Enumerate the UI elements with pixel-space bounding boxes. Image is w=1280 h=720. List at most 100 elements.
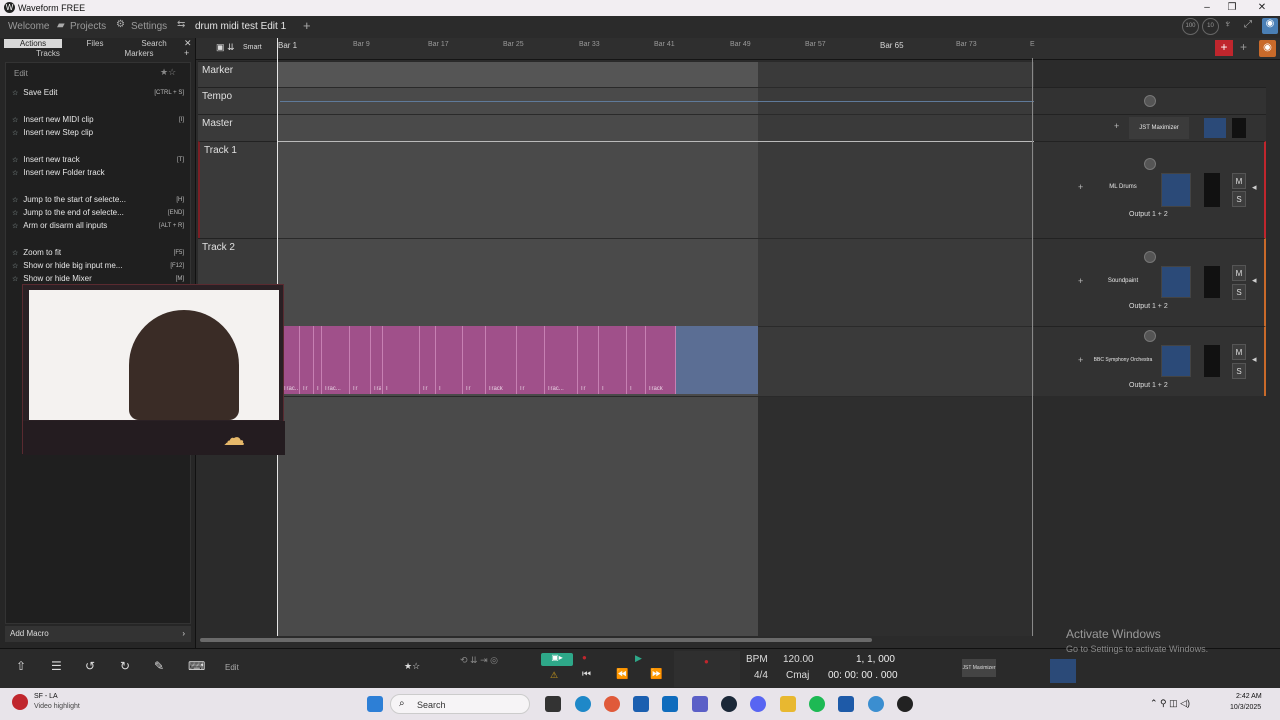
favorite-filter-icon[interactable]: ★☆ bbox=[160, 67, 176, 78]
tab-settings[interactable]: Settings bbox=[131, 20, 167, 34]
plugin-slot[interactable]: Soundpaint bbox=[1094, 270, 1152, 292]
maximize-button[interactable]: ❐ bbox=[1224, 1, 1240, 14]
action-item[interactable]: ☆ Insert new MIDI clip [I] bbox=[12, 114, 184, 126]
file-explorer-icon[interactable] bbox=[780, 696, 796, 712]
fader[interactable] bbox=[1161, 266, 1191, 298]
solo-button[interactable]: S bbox=[1232, 363, 1246, 379]
undo-icon[interactable]: ↺ bbox=[85, 659, 95, 673]
output-label[interactable]: Output 1 + 2 bbox=[1129, 303, 1168, 310]
fader[interactable] bbox=[1161, 345, 1191, 377]
horizontal-scrollbar[interactable] bbox=[200, 638, 872, 642]
output-label[interactable]: Output 1 + 2 bbox=[1129, 211, 1168, 218]
toolbar-icons[interactable]: ▣ ⇊ bbox=[216, 42, 235, 53]
action-item[interactable]: ☆ Save Edit [CTRL + S] bbox=[12, 87, 184, 99]
midi-clip[interactable]: Tr bbox=[463, 326, 486, 394]
notification-avatar[interactable] bbox=[12, 694, 28, 710]
plugin-slot[interactable]: BBC Symphony Orchestra bbox=[1087, 349, 1159, 371]
action-item[interactable]: ☆ Insert new Step clip bbox=[12, 127, 184, 139]
view-icon[interactable]: ◉ bbox=[1262, 18, 1278, 34]
add-macro-button[interactable]: Add Macro › bbox=[5, 626, 191, 642]
mute-button[interactable]: M bbox=[1232, 344, 1246, 360]
time-signature[interactable]: 4/4 bbox=[754, 670, 768, 681]
steam-icon[interactable] bbox=[721, 696, 737, 712]
task-view-icon[interactable] bbox=[545, 696, 561, 712]
bpm-value[interactable]: 120.00 bbox=[783, 654, 814, 665]
add-plugin-icon[interactable]: + bbox=[1078, 182, 1083, 192]
teams-icon[interactable] bbox=[692, 696, 708, 712]
pan-knob-icon[interactable] bbox=[1144, 158, 1156, 170]
midi-clip[interactable]: T bbox=[627, 326, 646, 394]
plus-icon[interactable]: + bbox=[1240, 40, 1247, 54]
tab-files[interactable]: Files bbox=[66, 39, 124, 48]
minimize-button[interactable]: – bbox=[1199, 1, 1215, 14]
midi-clip[interactable]: Tr bbox=[578, 326, 599, 394]
start-icon[interactable] bbox=[367, 696, 383, 712]
speaker-icon[interactable]: ◂ bbox=[1252, 182, 1257, 193]
action-item[interactable]: ☆ Show or hide big input me... [F12] bbox=[12, 260, 184, 272]
midi-clip[interactable]: Trac... bbox=[322, 326, 350, 394]
empty-lane-area[interactable] bbox=[278, 396, 758, 636]
speaker-icon[interactable]: ◂ bbox=[1252, 354, 1257, 365]
rewind-start-icon[interactable]: ⏮ bbox=[582, 669, 591, 680]
star-icon[interactable]: ☆ bbox=[12, 263, 18, 270]
close-button[interactable]: ✕ bbox=[1254, 1, 1270, 14]
tray-icons[interactable]: ⌃ ⚲ ◫ ◁) bbox=[1150, 698, 1190, 709]
keyboard-icon[interactable]: ⌨ bbox=[188, 659, 205, 673]
favorites-icon[interactable]: ★☆ bbox=[404, 661, 420, 672]
discord-icon[interactable] bbox=[750, 696, 766, 712]
master-lane[interactable] bbox=[278, 114, 758, 141]
midi-clip[interactable]: Tr bbox=[517, 326, 545, 394]
midi-clip[interactable]: T bbox=[436, 326, 463, 394]
star-icon[interactable]: ☆ bbox=[12, 170, 18, 177]
track-1-lane[interactable] bbox=[278, 141, 758, 238]
position-display[interactable]: 1, 1, 000 bbox=[856, 654, 895, 665]
tab-tracks[interactable]: Tracks bbox=[4, 49, 92, 58]
fullscreen-icon[interactable]: ⤢ bbox=[1244, 19, 1252, 30]
mute-button[interactable]: M bbox=[1232, 173, 1246, 189]
midi-clip[interactable]: T bbox=[314, 326, 322, 394]
loop-icons[interactable]: ⟲ ⇊ ⇥ ◎ bbox=[460, 655, 498, 666]
star-icon[interactable]: ☆ bbox=[12, 117, 18, 124]
clock-date[interactable]: 10/3/2025 bbox=[1230, 704, 1261, 711]
key-signature[interactable]: Cmaj bbox=[786, 670, 809, 681]
timeline-ruler[interactable]: ▣ ⇊ Smart Bar 1 Bar 9 Bar 17 Bar 25 Bar … bbox=[196, 38, 1280, 60]
marker-track-header[interactable]: Marker bbox=[198, 61, 278, 87]
action-item[interactable]: ☆ Insert new track [T] bbox=[12, 154, 184, 166]
plugin-slot[interactable]: JST Maximizer bbox=[1129, 117, 1189, 139]
solo-button[interactable]: S bbox=[1232, 284, 1246, 300]
clock-time[interactable]: 2:42 AM bbox=[1236, 693, 1262, 700]
action-item[interactable]: ☆ Jump to the start of selecte... [H] bbox=[12, 194, 184, 206]
record-arm-button[interactable]: ● bbox=[582, 653, 602, 666]
tab-search[interactable]: Search bbox=[126, 39, 182, 48]
taskbar-search[interactable]: ⌕ Search bbox=[390, 694, 530, 714]
action-item[interactable]: ☆ Show or hide Mixer [M] bbox=[12, 273, 184, 283]
midi-clip[interactable]: T bbox=[383, 326, 420, 394]
action-item[interactable]: ☆ Zoom to fit [F5] bbox=[12, 247, 184, 259]
midi-clip[interactable]: Tr bbox=[300, 326, 314, 394]
store-icon[interactable] bbox=[633, 696, 649, 712]
midi-clip[interactable]: Tr bbox=[350, 326, 371, 394]
action-item[interactable]: ☆ Jump to the end of selecte... [END] bbox=[12, 207, 184, 219]
master-plugin-slot[interactable]: JST Maximizer bbox=[962, 659, 996, 677]
star-icon[interactable]: ☆ bbox=[12, 90, 18, 97]
edge-icon[interactable] bbox=[575, 696, 591, 712]
add-plugin-icon[interactable]: + bbox=[1078, 355, 1083, 365]
redo-icon[interactable]: ↻ bbox=[120, 659, 130, 673]
rewind-icon[interactable]: ⏪ bbox=[616, 669, 628, 680]
app-icon[interactable] bbox=[809, 696, 825, 712]
solo-button[interactable]: S bbox=[1232, 191, 1246, 207]
tuning-fork-icon[interactable]: ♆ bbox=[1224, 19, 1232, 30]
plugin-slot[interactable]: ML Drums bbox=[1094, 176, 1152, 198]
add-plugin-icon[interactable]: + bbox=[1078, 276, 1083, 286]
tab-projects[interactable]: Projects bbox=[70, 20, 106, 34]
time-display[interactable]: 00: 00: 00 . 000 bbox=[828, 670, 898, 681]
midi-clip[interactable]: Track bbox=[486, 326, 517, 394]
add-plugin-icon[interactable]: + bbox=[1114, 121, 1119, 131]
mute-button[interactable]: M bbox=[1232, 265, 1246, 281]
app-icon[interactable] bbox=[868, 696, 884, 712]
midi-clip[interactable]: Trac... bbox=[545, 326, 578, 394]
track-1-header[interactable]: Track 1 bbox=[198, 141, 278, 238]
midi-clip[interactable]: T bbox=[599, 326, 627, 394]
star-icon[interactable]: ☆ bbox=[12, 130, 18, 137]
selected-region[interactable] bbox=[676, 326, 758, 394]
